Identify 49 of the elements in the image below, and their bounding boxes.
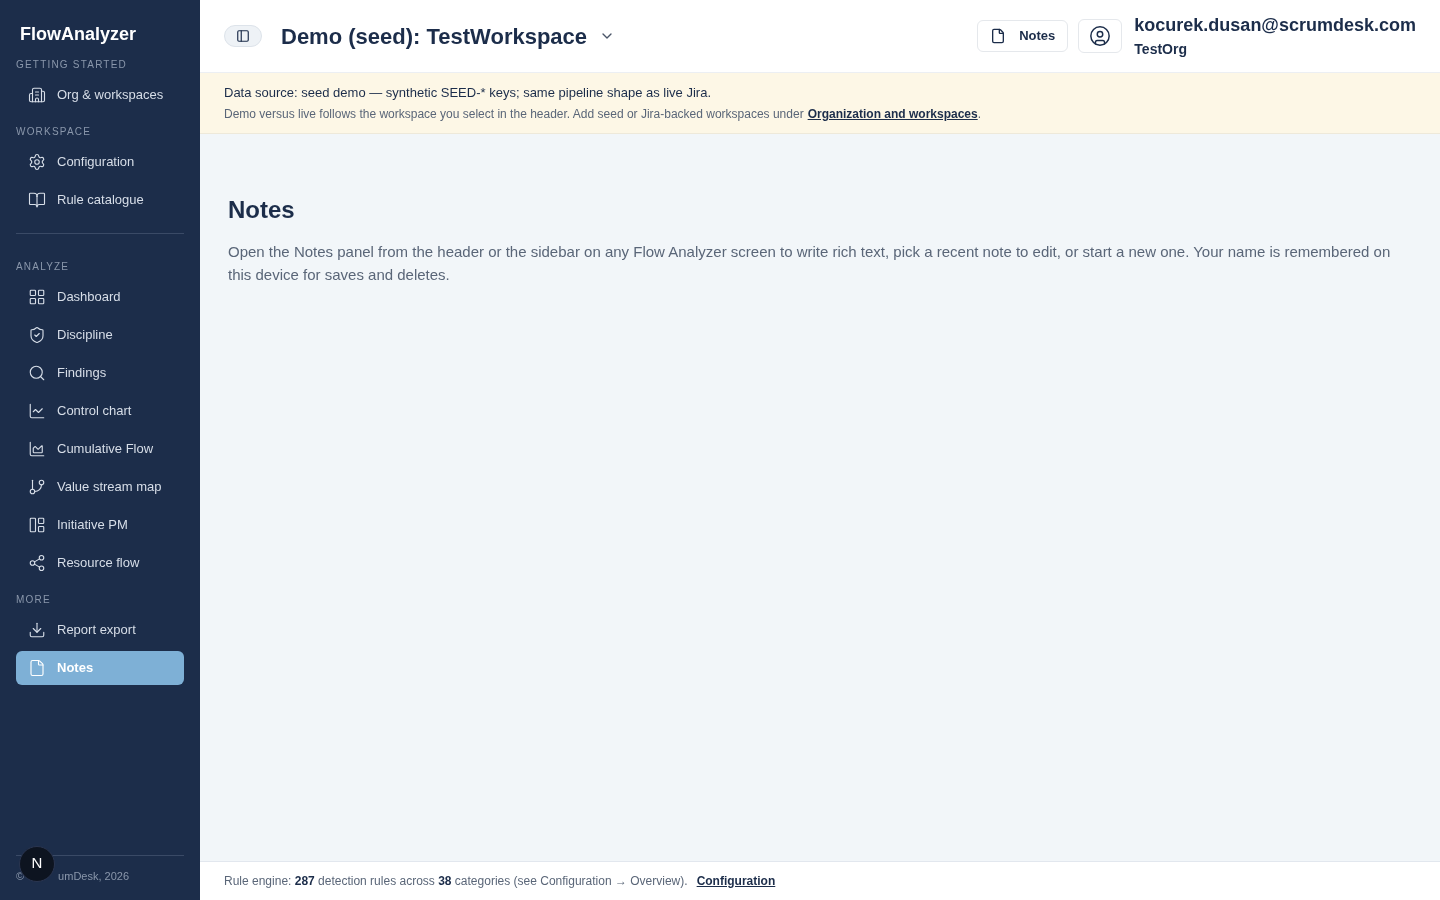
section-heading: GETTING STARTED — [16, 58, 128, 72]
settings-icon — [28, 153, 46, 171]
user-button[interactable] — [1078, 19, 1123, 53]
share-icon — [28, 554, 46, 572]
brand-title: FlowAnalyzer — [20, 23, 138, 46]
user-email: kocurek.dusan@scrumdesk.com — [1134, 13, 1416, 37]
building-icon — [28, 86, 46, 104]
workspace-selector[interactable]: Demo (seed): TestWorkspace — [281, 19, 616, 53]
panel-icon — [236, 29, 250, 43]
section-heading: WORKSPACE — [16, 125, 93, 139]
user-icon — [1089, 25, 1112, 47]
configuration-link[interactable]: Configuration — [696, 872, 776, 890]
banner-title: Data source: seed demo — synthetic SEED-* keys; same pipeline shape as live Jira. — [224, 84, 712, 102]
banner-text: Demo versus live follows the workspace you select in the header. Add seed or Jira-backed workspaces under — [224, 105, 804, 123]
line-chart-icon — [28, 402, 46, 420]
sidebar-item[interactable]: Initiative PM — [16, 508, 184, 542]
sidebar-item[interactable]: Rule catalogue — [16, 183, 184, 217]
sidebar-item[interactable]: Control chart — [16, 394, 184, 428]
banner-period: . — [977, 105, 982, 123]
sidebar-item[interactable]: Value stream map — [16, 470, 184, 504]
section-heading: MORE — [16, 593, 52, 607]
sidebar-item[interactable]: Resource flow — [16, 546, 184, 580]
copyright-text: umDesk, 2026 — [58, 868, 130, 884]
file-icon — [990, 28, 1007, 44]
organization-link[interactable]: Organization and workspaces — [807, 104, 978, 123]
copyright-symbol: © — [16, 868, 25, 884]
sidebar-item[interactable]: Findings — [16, 356, 184, 390]
file-icon — [28, 659, 46, 677]
page-description: Open the Notes panel from the header or the sidebar on any Flow Analyzer screen to write rich text, pick a recent note to edit, or start a new one. Your name is remembered on this device for saves and deletes. — [228, 241, 1392, 285]
grid-icon — [28, 288, 46, 306]
sidebar-item[interactable]: Report export — [16, 613, 184, 647]
notes-button[interactable]: Notes — [977, 20, 1069, 52]
book-icon — [28, 191, 46, 209]
section-heading: ANALYZE — [16, 233, 184, 274]
sidebar-item[interactable]: Cumulative Flow — [16, 432, 184, 466]
rule-engine-summary: Rule engine: 287 detection rules across 38 categories (see Configuration → Overview). — [224, 873, 688, 890]
sidebar-item[interactable]: Discipline — [16, 318, 184, 352]
sidebar-toggle-button[interactable] — [224, 25, 262, 47]
download-icon — [28, 621, 46, 639]
search-icon — [28, 364, 46, 382]
org-name: TestOrg — [1134, 39, 1188, 59]
page-title: Notes — [228, 194, 296, 225]
sidebar-item[interactable]: Dashboard — [16, 280, 184, 314]
branch-icon — [28, 478, 46, 496]
panels-icon — [28, 516, 46, 534]
sidebar-item[interactable]: Configuration — [16, 145, 184, 179]
shield-icon — [28, 326, 46, 344]
sidebar-item[interactable]: Org & workspaces — [16, 78, 184, 112]
area-chart-icon — [28, 440, 46, 458]
